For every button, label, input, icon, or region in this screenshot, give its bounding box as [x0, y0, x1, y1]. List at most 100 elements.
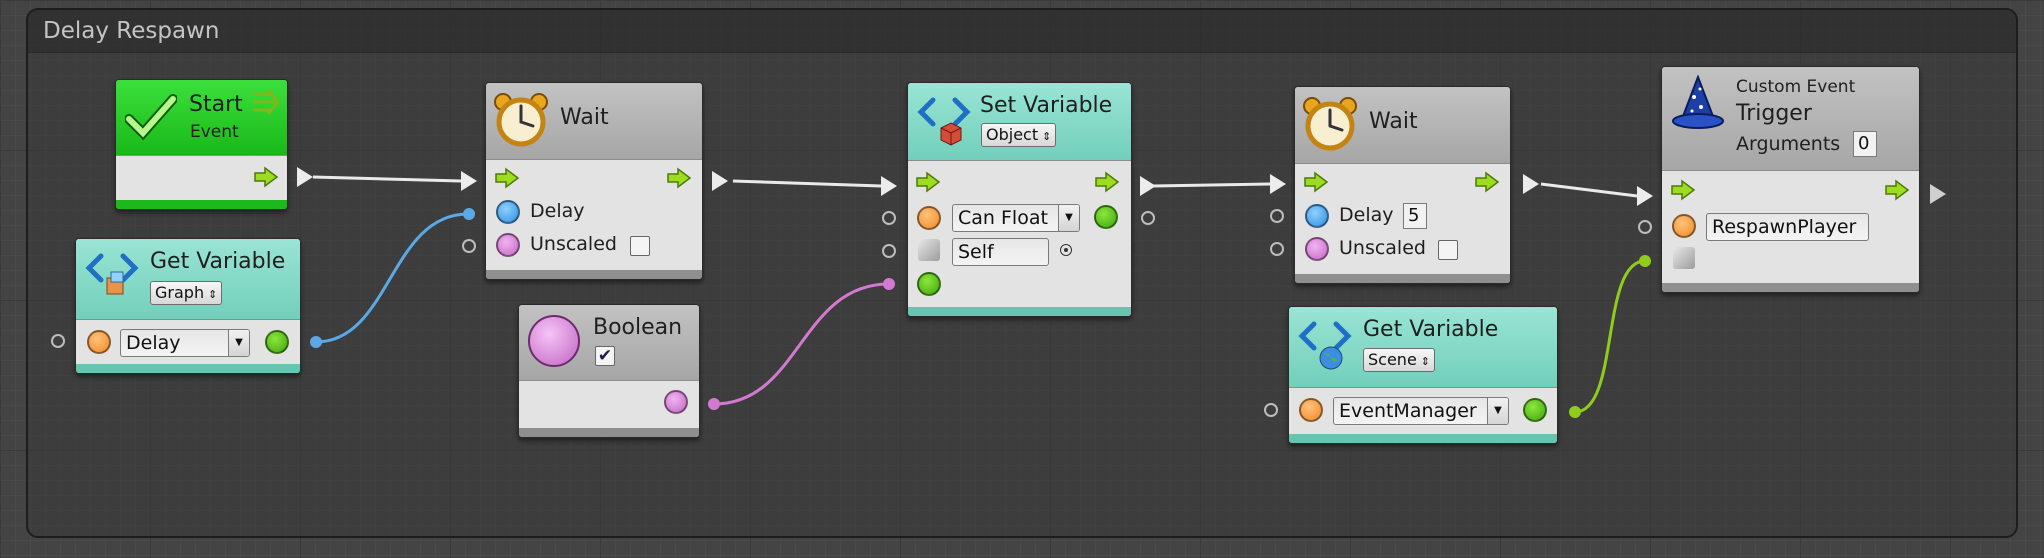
control-arrow-icon[interactable]	[1670, 179, 1696, 201]
control-arrow-icon[interactable]	[494, 167, 520, 189]
node-header[interactable]: Start Event	[116, 80, 287, 156]
node-footer	[519, 428, 699, 437]
control-arrow-icon[interactable]	[1094, 171, 1120, 193]
checkmark-icon	[125, 94, 177, 141]
group-header[interactable]: Delay Respawn	[28, 10, 2016, 53]
node-title: Get Variable	[1363, 317, 1499, 342]
node-header[interactable]: Get Variable Scene ⇕	[1289, 307, 1557, 388]
control-arrow-icon[interactable]	[666, 167, 692, 189]
control-arrow-icon[interactable]	[253, 166, 279, 188]
bool-input-dot[interactable]	[883, 278, 895, 290]
node-title: Start	[189, 92, 243, 117]
control-arrow-icon[interactable]	[1474, 171, 1500, 193]
unconnected-port-ring[interactable]	[1270, 242, 1284, 256]
triple-arrow-icon	[253, 89, 280, 115]
variable-name-dropdown[interactable]: Delay ▼	[120, 329, 250, 357]
node-title: Wait	[560, 105, 609, 130]
bool-output-dot[interactable]	[708, 398, 720, 410]
node-header[interactable]: Get Variable Graph ⇕	[76, 239, 300, 320]
get-variable-graph-node[interactable]: Get Variable Graph ⇕ Delay ▼	[75, 238, 301, 374]
control-wire-arrowhead	[881, 176, 897, 196]
control-wire-arrowhead	[1270, 174, 1286, 194]
control-wire-arrowhead	[1523, 174, 1539, 194]
node-title: Boolean	[593, 315, 683, 340]
unconnected-port-ring[interactable]	[51, 334, 65, 348]
scope-dropdown[interactable]: Object ⇕	[981, 123, 1057, 147]
unconnected-port-ring[interactable]	[1638, 220, 1652, 234]
control-wire-arrowhead	[461, 171, 477, 191]
unscaled-input-port[interactable]	[496, 233, 520, 257]
delay-label: Delay	[1339, 204, 1394, 226]
control-arrow-icon[interactable]	[1884, 179, 1910, 201]
node-header[interactable]: Wait	[1295, 87, 1510, 164]
unconnected-port-ring[interactable]	[1141, 211, 1155, 225]
custom-event-trigger-node[interactable]: Custom Event Trigger Arguments 0 Respawn…	[1661, 66, 1920, 293]
float-input-dot[interactable]	[463, 208, 475, 220]
node-footer	[1295, 274, 1510, 283]
variable-brackets-icon	[1298, 321, 1352, 370]
name-input-port[interactable]	[917, 206, 941, 230]
arguments-label: Arguments	[1736, 133, 1841, 155]
set-variable-node[interactable]: Set Variable Object ⇕ Can Float ▼ Self	[907, 82, 1132, 317]
unconnected-port-ring[interactable]	[882, 211, 896, 225]
unscaled-checkbox[interactable]	[1438, 240, 1458, 260]
get-variable-scene-node[interactable]: Get Variable Scene ⇕ EventManager ▼	[1288, 306, 1558, 444]
node-subtitle: Trigger	[1736, 101, 1812, 126]
value-output-port[interactable]	[1094, 205, 1118, 229]
start-event-node[interactable]: Start Event	[115, 79, 288, 210]
name-input-port[interactable]	[87, 330, 111, 354]
control-wire-arrowhead	[297, 167, 313, 187]
node-footer	[1662, 283, 1919, 292]
unscaled-checkbox[interactable]	[630, 236, 650, 256]
event-name-input-port[interactable]	[1672, 214, 1696, 238]
control-wire-arrowhead	[1637, 186, 1653, 206]
unconnected-port-ring[interactable]	[1264, 403, 1278, 417]
node-footer	[486, 270, 702, 279]
unconnected-port-ring[interactable]	[1270, 209, 1284, 223]
node-footer	[1289, 434, 1557, 443]
delay-input-port[interactable]	[496, 200, 520, 224]
delay-value-field[interactable]: 5	[1403, 203, 1427, 229]
node-title: Custom Event	[1736, 77, 1856, 97]
node-header[interactable]: Set Variable Object ⇕	[908, 83, 1131, 161]
value-input-port[interactable]	[917, 272, 941, 296]
target-input-port[interactable]	[918, 239, 940, 261]
scope-dropdown[interactable]: Scene ⇕	[1363, 348, 1435, 372]
control-arrow-icon[interactable]	[915, 171, 941, 193]
wait-node-1[interactable]: Wait Delay Unscaled	[485, 82, 703, 280]
unscaled-input-port[interactable]	[1305, 237, 1329, 261]
node-header[interactable]: Wait	[486, 83, 702, 160]
variable-brackets-icon	[85, 253, 139, 295]
unconnected-port-ring[interactable]	[462, 239, 476, 253]
boolean-node[interactable]: Boolean ✔	[518, 304, 700, 438]
target-object-field[interactable]: Self	[952, 238, 1049, 266]
variable-name-dropdown[interactable]: EventManager ▼	[1333, 397, 1509, 425]
unconnected-port-ring[interactable]	[882, 244, 896, 258]
variable-brackets-icon	[917, 97, 971, 146]
boolean-value-checkbox[interactable]: ✔	[595, 346, 615, 366]
value-output-port[interactable]	[1523, 398, 1547, 422]
name-input-port[interactable]	[1299, 398, 1323, 422]
object-output-dot[interactable]	[1569, 406, 1581, 418]
object-picker-icon[interactable]	[1060, 244, 1072, 256]
object-input-dot[interactable]	[1639, 255, 1651, 267]
control-arrow-icon[interactable]	[1303, 171, 1329, 193]
event-name-field[interactable]: RespawnPlayer	[1706, 213, 1869, 241]
arguments-count-field[interactable]: 0	[1853, 131, 1877, 157]
control-wire-arrowhead	[1140, 176, 1156, 196]
node-header[interactable]: Custom Event Trigger Arguments 0	[1662, 67, 1919, 171]
control-wire-arrowhead	[712, 171, 728, 191]
group-title: Delay Respawn	[43, 18, 220, 44]
float-output-dot[interactable]	[310, 336, 322, 348]
node-header[interactable]: Boolean ✔	[519, 305, 699, 381]
scope-dropdown[interactable]: Graph ⇕	[150, 281, 223, 305]
unscaled-label: Unscaled	[530, 233, 617, 255]
boolean-output-port[interactable]	[664, 390, 688, 414]
variable-name-dropdown[interactable]: Can Float ▼	[952, 204, 1080, 232]
delay-input-port[interactable]	[1305, 204, 1329, 228]
value-output-port[interactable]	[265, 330, 289, 354]
target-input-port[interactable]	[1673, 247, 1695, 269]
wait-node-2[interactable]: Wait Delay 5 Unscaled	[1294, 86, 1511, 284]
node-subtitle: Event	[190, 122, 239, 142]
output-flow-arrow[interactable]	[1930, 184, 1946, 204]
